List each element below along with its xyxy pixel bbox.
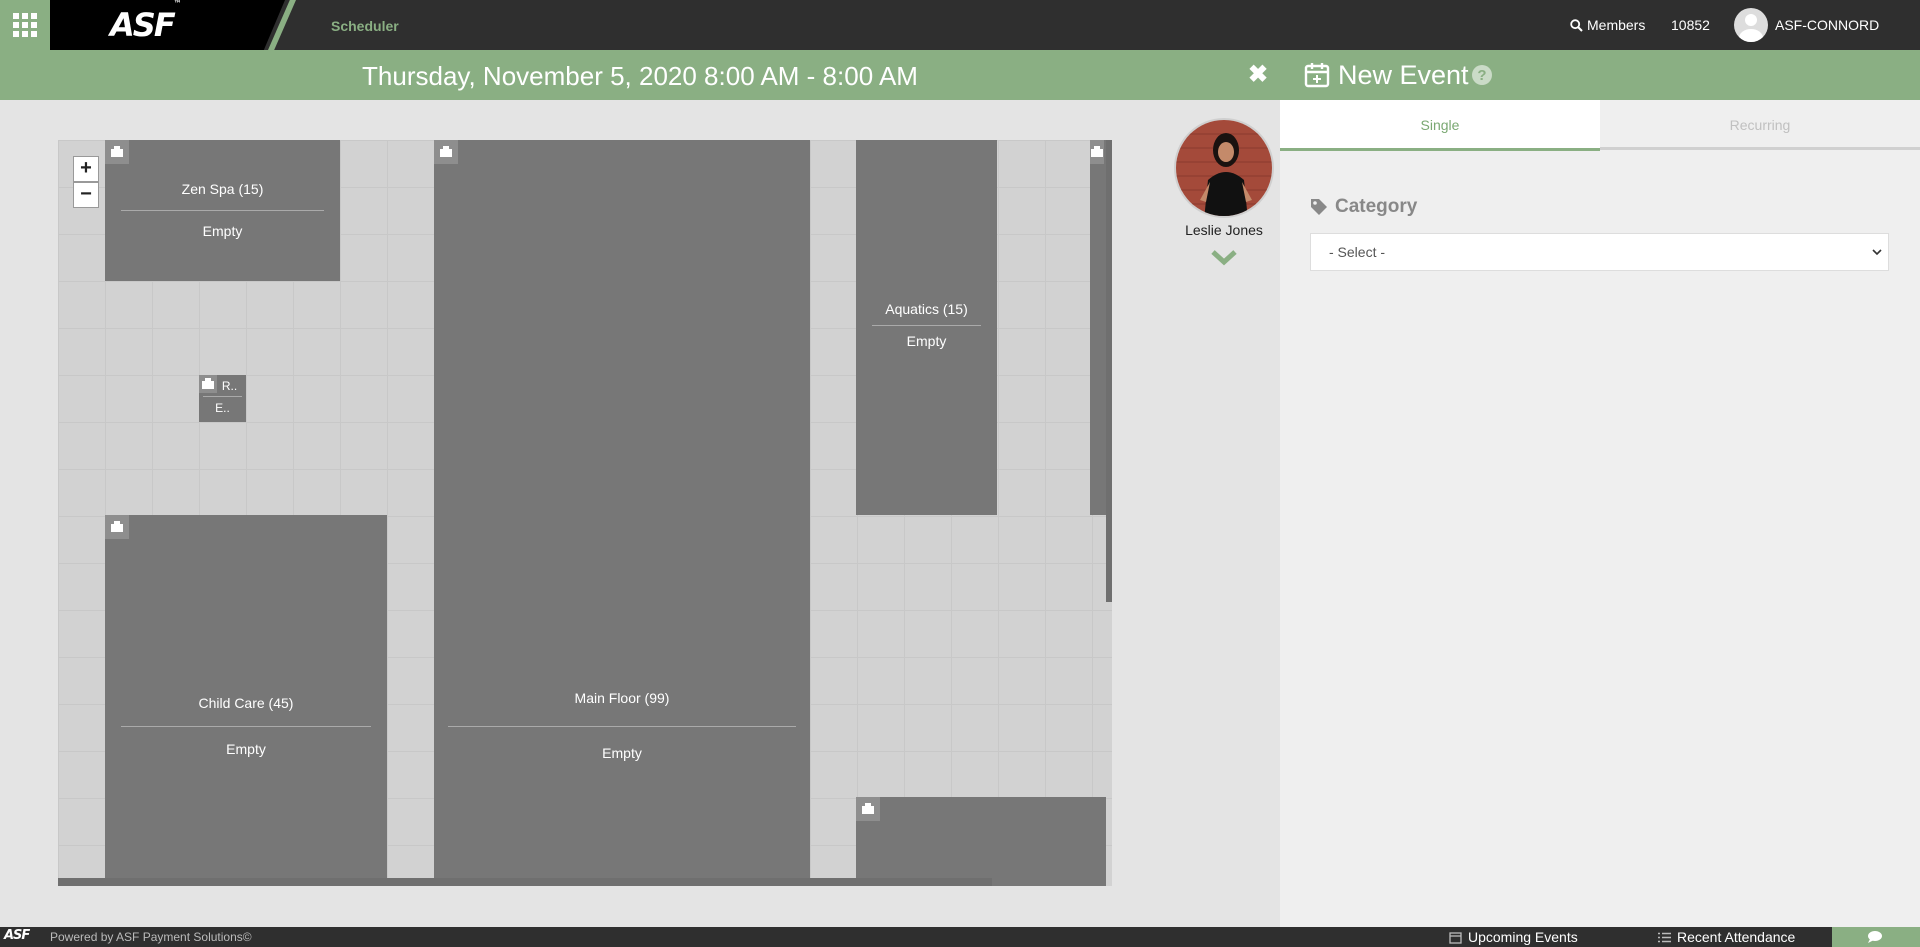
category-label: Category [1310, 196, 1417, 218]
room-divider [448, 726, 796, 727]
avatar [1734, 8, 1768, 42]
powered-by-text: Powered by ASF Payment Solutions© [50, 930, 252, 944]
room-name: Main Floor (99) [574, 690, 670, 706]
help-icon[interactable]: ? [1471, 64, 1493, 86]
room-status: Empty [226, 741, 266, 757]
room-icon [105, 140, 129, 164]
room-status: Empty [906, 333, 947, 349]
room-icon [105, 515, 129, 539]
room-small[interactable]: R.. E.. [199, 375, 246, 422]
username: ASF-CONNORD [1775, 17, 1880, 33]
calendar-plus-icon [1304, 63, 1330, 88]
upcoming-events-button[interactable]: Upcoming Events [1449, 929, 1578, 945]
members-link[interactable]: Members [1570, 17, 1645, 33]
asf-logo[interactable]: ASF™ [110, 0, 182, 44]
footer-bar: ASF Powered by ASF Payment Solutions© Up… [0, 927, 1920, 947]
svg-text:?: ? [1477, 67, 1486, 84]
vertical-scrollbar[interactable] [1106, 140, 1112, 602]
room-status: Empty [602, 745, 642, 761]
close-icon[interactable]: ✖ [1248, 60, 1268, 89]
recent-attendance-label: Recent Attendance [1677, 929, 1796, 945]
category-label-text: Category [1335, 196, 1418, 217]
recent-attendance-button[interactable]: Recent Attendance [1658, 929, 1795, 945]
list-icon [1658, 932, 1671, 942]
room-icon [434, 140, 458, 164]
horizontal-scrollbar[interactable] [58, 878, 992, 886]
apps-grid-button[interactable] [0, 0, 50, 50]
footer-logo: ASF [4, 928, 30, 943]
room-divider [121, 726, 371, 727]
calendar-icon [1449, 931, 1462, 944]
room-aquatics[interactable]: Aquatics (15) Empty [856, 140, 997, 515]
room-name: Zen Spa (15) [181, 181, 264, 197]
upcoming-events-label: Upcoming Events [1468, 929, 1578, 945]
room-partial-right[interactable] [1090, 140, 1106, 515]
top-nav-bar: ASF™ Scheduler Members 10852 ASF-CONNORD [0, 0, 1920, 50]
trainer-photo [1174, 118, 1274, 218]
room-divider [203, 396, 242, 397]
tab-recurring[interactable]: Recurring [1600, 100, 1920, 150]
category-select-value: - Select - [1329, 244, 1386, 260]
room-name: Aquatics (15) [885, 301, 968, 317]
search-icon [1570, 18, 1583, 32]
user-menu[interactable]: ASF-CONNORD [1734, 8, 1879, 42]
apps-grid-icon [13, 13, 37, 37]
tab-single[interactable]: Single [1280, 100, 1600, 151]
zoom-out-button[interactable]: − [73, 182, 99, 208]
room-name: Child Care (45) [198, 695, 294, 711]
chevron-down-icon [1872, 249, 1882, 256]
member-count[interactable]: 10852 [1671, 17, 1710, 33]
category-select[interactable]: - Select - [1310, 233, 1889, 271]
room-child-care[interactable]: Child Care (45) Empty [105, 515, 387, 886]
date-header: Thursday, November 5, 2020 8:00 AM - 8:0… [0, 50, 1280, 100]
trainer-card[interactable]: Leslie Jones [1172, 118, 1276, 271]
tag-icon [1311, 199, 1327, 215]
floor-map[interactable]: Zen Spa (15) Empty R.. E.. Child Care (4… [58, 140, 1112, 886]
trainer-name: Leslie Jones [1185, 222, 1263, 238]
room-divider [121, 210, 324, 211]
room-zen-spa[interactable]: Zen Spa (15) Empty [105, 140, 340, 281]
panel-title: New Event [1338, 60, 1469, 90]
schedule-date-range: Thursday, November 5, 2020 8:00 AM - 8:0… [362, 61, 918, 91]
room-status: E.. [215, 401, 230, 415]
room-main-floor[interactable]: Main Floor (99) Empty [434, 140, 810, 886]
chat-button[interactable] [1832, 927, 1920, 947]
room-partial-bottom[interactable] [856, 797, 1106, 886]
chat-icon [1868, 931, 1882, 943]
room-status: Empty [202, 223, 243, 239]
members-label: Members [1587, 17, 1646, 33]
room-icon [856, 797, 880, 821]
room-icon [1090, 140, 1104, 164]
new-event-panel: New Event ? Single Recurring Category - … [1280, 50, 1920, 927]
room-divider [872, 325, 981, 326]
zoom-in-button[interactable]: + [73, 156, 99, 182]
room-name: R.. [221, 379, 238, 393]
panel-header: New Event ? [1280, 50, 1920, 100]
event-type-tabs: Single Recurring [1280, 100, 1920, 151]
chevron-down-icon[interactable] [1210, 248, 1238, 266]
app-title[interactable]: Scheduler [331, 18, 399, 34]
